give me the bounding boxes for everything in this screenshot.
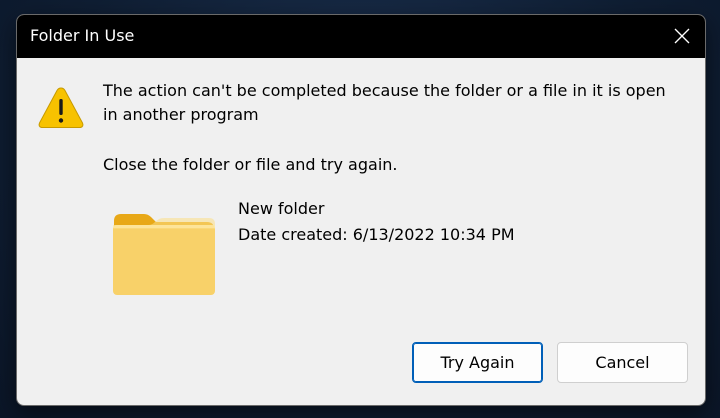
try-again-button[interactable]: Try Again xyxy=(412,342,543,383)
close-button[interactable] xyxy=(659,15,705,58)
folder-icon xyxy=(113,214,215,295)
title-bar: Folder In Use xyxy=(17,15,705,58)
dialog-title: Folder In Use xyxy=(30,26,135,45)
folder-date-created: Date created: 6/13/2022 10:34 PM xyxy=(238,225,515,244)
folder-name: New folder xyxy=(238,199,325,218)
folder-in-use-dialog: Folder In Use The action can't be comple… xyxy=(16,14,706,406)
warning-icon xyxy=(38,87,84,128)
cancel-button[interactable]: Cancel xyxy=(557,342,688,383)
instruction-text: Close the folder or file and try again. xyxy=(103,155,398,174)
close-icon xyxy=(674,28,690,44)
error-message: The action can't be completed because th… xyxy=(103,81,666,124)
